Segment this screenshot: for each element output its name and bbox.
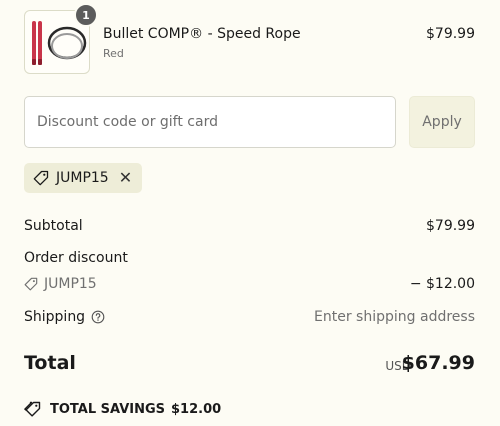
- savings-label: TOTAL SAVINGS: [50, 401, 166, 417]
- order-discount-code: JUMP15: [24, 276, 97, 292]
- applied-code-label: JUMP15: [56, 170, 109, 186]
- total-savings: TOTAL SAVINGS $12.00: [24, 401, 221, 417]
- order-discount-label: Order discount: [24, 250, 128, 266]
- quantity-badge: 1: [74, 3, 98, 27]
- product-price: $79.99: [426, 26, 475, 42]
- discount-code-input[interactable]: [24, 96, 396, 148]
- product-variant: Red: [103, 47, 124, 60]
- total-label: Total: [24, 352, 76, 374]
- order-discount-code-label: JUMP15: [44, 276, 97, 292]
- order-discount-value: − $12.00: [409, 276, 475, 292]
- applied-discount-chip: JUMP15 ✕: [24, 163, 142, 193]
- shipping-row-label: Shipping: [24, 309, 105, 325]
- total-value: $67.99: [401, 352, 475, 374]
- question-circle-icon[interactable]: [91, 310, 105, 324]
- tags-icon: [24, 401, 42, 417]
- close-icon[interactable]: ✕: [119, 170, 132, 186]
- tag-icon: [24, 277, 38, 291]
- subtotal-value: $79.99: [426, 218, 475, 234]
- subtotal-label: Subtotal: [24, 218, 83, 234]
- shipping-value: Enter shipping address: [314, 309, 475, 325]
- tag-icon: [33, 170, 49, 186]
- product-name: Bullet COMP® - Speed Rope: [103, 26, 301, 42]
- shipping-label: Shipping: [24, 309, 86, 325]
- apply-discount-button[interactable]: Apply: [409, 96, 475, 148]
- savings-value: $12.00: [171, 401, 222, 417]
